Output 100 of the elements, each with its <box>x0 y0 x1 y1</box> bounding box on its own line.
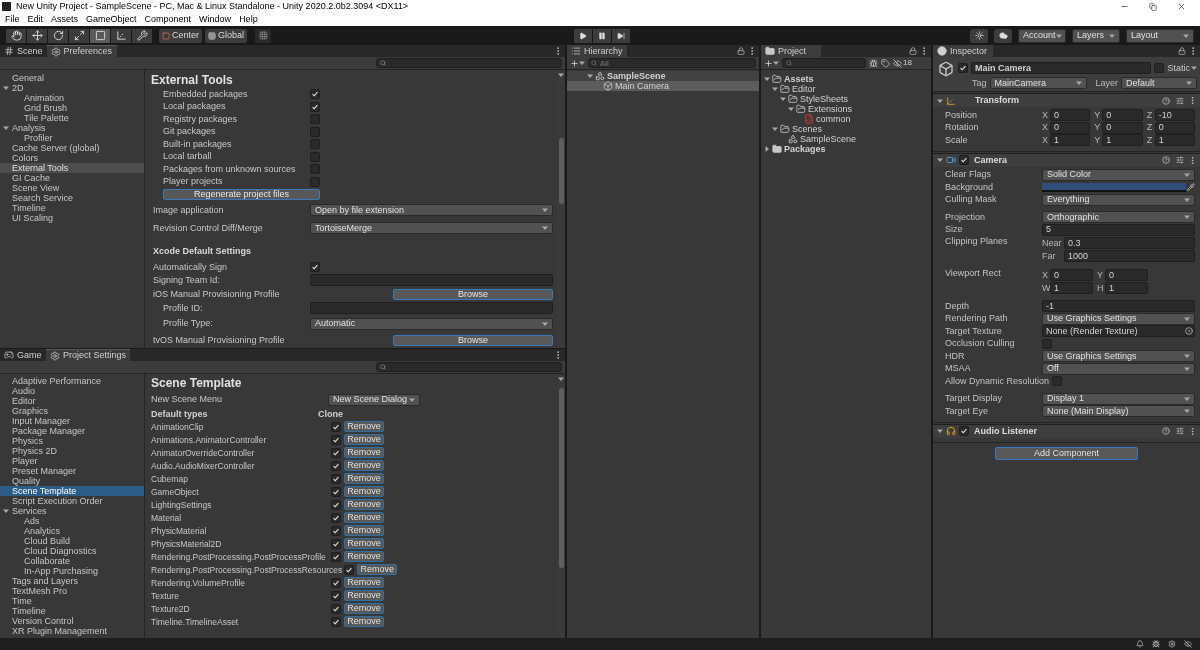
checkbox[interactable] <box>331 434 341 445</box>
input-field[interactable]: 0 <box>1050 109 1091 122</box>
sidebar-item[interactable]: Profiler <box>0 133 144 143</box>
checkbox[interactable] <box>331 486 341 497</box>
checkbox[interactable] <box>1052 376 1063 387</box>
checkbox[interactable] <box>331 473 341 484</box>
sidebar-item[interactable]: Tags and Layers <box>0 576 144 586</box>
menu-item[interactable]: Component <box>144 15 192 24</box>
dropdown[interactable]: None (Main Display) <box>1042 405 1195 418</box>
sidebar-item[interactable]: TextMesh Pro <box>0 586 144 596</box>
input-field[interactable]: 0.3 <box>1064 237 1195 249</box>
dropdown[interactable]: Orthographic <box>1042 211 1195 224</box>
browse-button[interactable]: Browse <box>393 334 553 346</box>
lock-icon[interactable] <box>909 47 917 55</box>
sidebar-item[interactable]: Colors <box>0 153 144 163</box>
sidebar-item[interactable]: Cloud Diagnostics <box>0 546 144 556</box>
remove-button[interactable]: Remove <box>344 590 384 601</box>
remove-button[interactable]: Remove <box>344 551 384 562</box>
component-header[interactable]: Audio Listener <box>933 423 1200 438</box>
visibility-icon[interactable] <box>1184 640 1192 648</box>
maximize-icon[interactable] <box>1149 2 1157 11</box>
sidebar-item[interactable]: Grid Brush <box>0 103 144 113</box>
hidden-packages-toggle[interactable]: 18 <box>893 58 912 68</box>
menu-item[interactable]: Help <box>239 15 258 24</box>
checkbox[interactable] <box>331 512 341 523</box>
dropdown[interactable]: Layout <box>1126 28 1194 43</box>
add-button[interactable] <box>570 58 585 68</box>
menu-item[interactable]: Edit <box>27 15 44 24</box>
input-field[interactable]: Main Camera <box>971 62 1152 74</box>
remove-button[interactable]: Remove <box>344 460 384 471</box>
checkbox[interactable] <box>310 151 320 162</box>
sidebar-item[interactable]: Timeline <box>0 203 144 213</box>
remove-button[interactable]: Remove <box>357 564 398 575</box>
tree-item[interactable]: StyleSheets <box>761 94 931 104</box>
object-picker-icon[interactable] <box>1185 327 1193 336</box>
checkbox[interactable] <box>331 499 341 510</box>
remove-button[interactable]: Remove <box>344 499 384 510</box>
input-field[interactable]: 0 <box>1105 269 1148 281</box>
checkbox[interactable] <box>1042 338 1052 349</box>
input-field[interactable]: 5 <box>1042 223 1195 236</box>
presets-icon[interactable] <box>1176 156 1184 164</box>
input-field[interactable]: 0 <box>1102 109 1143 122</box>
checkbox[interactable] <box>959 155 969 165</box>
input-field[interactable]: 1 <box>1105 282 1148 294</box>
custom-tool[interactable] <box>132 28 152 43</box>
presets-icon[interactable] <box>1176 427 1184 435</box>
more-icon[interactable] <box>1188 426 1197 436</box>
checkbox[interactable] <box>331 538 341 549</box>
more-icon[interactable] <box>1188 96 1197 105</box>
sidebar-item[interactable]: Audio <box>0 386 144 396</box>
sidebar-item[interactable]: GI Cache <box>0 173 144 183</box>
dropdown[interactable]: Default <box>1121 77 1197 89</box>
move-tool[interactable] <box>27 28 47 43</box>
checkbox[interactable] <box>959 426 969 436</box>
sidebar-item[interactable]: Ads <box>0 516 144 526</box>
eyedropper-icon[interactable] <box>1187 183 1195 192</box>
dropdown[interactable]: Display 1 <box>1042 392 1195 405</box>
dropdown[interactable]: Use Graphics Settings <box>1042 350 1195 363</box>
sidebar-item[interactable]: Adaptive Performance <box>0 376 144 386</box>
presets-icon[interactable] <box>1176 96 1184 105</box>
dropdown[interactable]: Everything <box>1042 193 1195 206</box>
checkbox[interactable] <box>331 551 341 562</box>
pause-button[interactable] <box>593 28 611 43</box>
panel-tab[interactable]: Project <box>761 45 821 57</box>
sidebar-item[interactable]: Tile Palette <box>0 113 144 123</box>
remove-button[interactable]: Remove <box>344 434 384 445</box>
input-field[interactable]: 0 <box>1102 121 1143 134</box>
regenerate-button[interactable]: Regenerate project files <box>163 189 320 200</box>
tree-item[interactable]: Editor <box>761 84 931 94</box>
close-icon[interactable] <box>1177 2 1186 11</box>
sidebar-item[interactable]: Preset Manager <box>0 466 144 476</box>
sidebar-item[interactable]: Analytics <box>0 526 144 536</box>
sidebar-item[interactable]: Analysis <box>0 123 144 133</box>
help-icon[interactable] <box>1162 96 1170 105</box>
input-field[interactable]: 1 <box>1154 134 1195 147</box>
tree-item[interactable]: Extensions <box>761 104 931 114</box>
input-field[interactable] <box>310 302 553 314</box>
sidebar-item[interactable]: Package Manager <box>0 426 144 436</box>
scale-tool[interactable] <box>69 28 89 43</box>
dropdown[interactable]: Account <box>1018 28 1066 43</box>
dropdown[interactable]: TortoiseMerge <box>310 222 553 234</box>
input-field[interactable] <box>310 274 553 286</box>
sidebar-item[interactable]: XR Plugin Management <box>0 626 144 636</box>
sidebar-item[interactable]: Input Manager <box>0 416 144 426</box>
checkbox[interactable] <box>331 590 341 601</box>
input-field[interactable]: -1 <box>1042 300 1195 313</box>
sidebar-item[interactable]: Physics 2D <box>0 446 144 456</box>
component-header[interactable]: Camera <box>933 152 1200 167</box>
sidebar-item[interactable]: Animation <box>0 93 144 103</box>
tree-item[interactable]: SampleScene <box>567 71 759 81</box>
sidebar-item[interactable]: Physics <box>0 436 144 446</box>
dropdown[interactable]: Layers <box>1072 28 1120 43</box>
checkbox[interactable] <box>331 577 341 588</box>
color-field[interactable] <box>1042 182 1186 192</box>
checkbox[interactable] <box>310 114 320 125</box>
help-icon[interactable] <box>1162 427 1170 435</box>
sidebar-item[interactable]: Scene Template <box>0 486 144 496</box>
menu-item[interactable]: File <box>5 15 20 24</box>
sidebar-item[interactable]: Time <box>0 596 144 606</box>
sidebar-item[interactable]: In-App Purchasing <box>0 566 144 576</box>
